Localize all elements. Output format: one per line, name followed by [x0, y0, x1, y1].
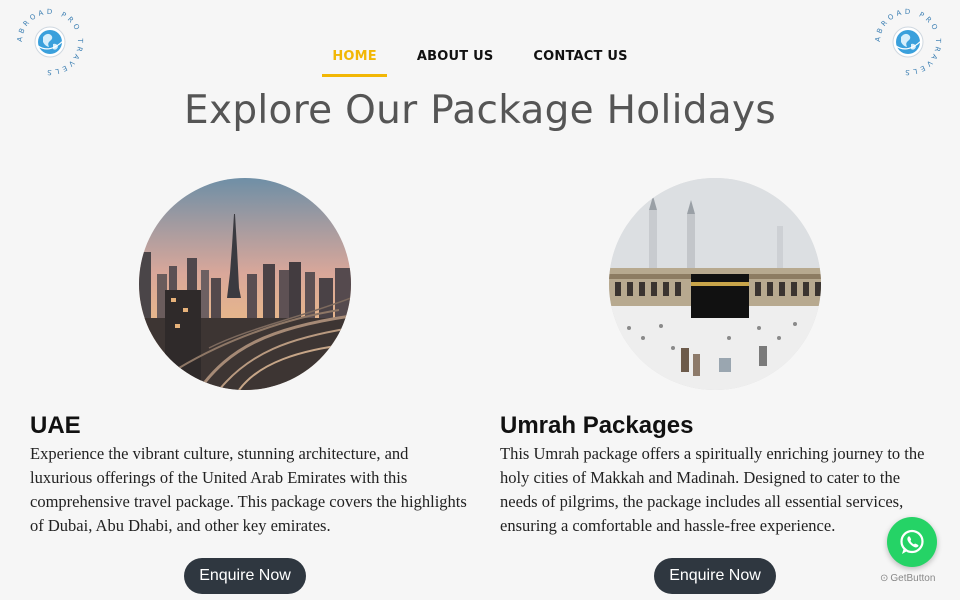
- package-description: Experience the vibrant culture, stunning…: [30, 444, 467, 535]
- package-title: UAE: [30, 412, 81, 439]
- kaaba-image: [609, 178, 821, 390]
- page-title: Explore Our Package Holidays: [184, 88, 776, 133]
- nav-item-contact-us[interactable]: CONTACT US: [523, 40, 637, 77]
- package-card-uae: UAE Experience the vibrant culture, stun…: [30, 178, 470, 594]
- getbutton-label: GetButton: [890, 573, 936, 584]
- package-card-umrah: Umrah Packages This Umrah package offers…: [500, 178, 940, 594]
- enquire-now-button[interactable]: Enquire Now: [184, 558, 306, 594]
- enquire-now-button[interactable]: Enquire Now: [654, 558, 776, 594]
- package-description: This Umrah package offers a spiritually …: [500, 444, 925, 535]
- getbutton-icon: ⊙: [880, 573, 889, 584]
- nav-item-home[interactable]: HOME: [322, 40, 387, 77]
- main-nav: HOME ABOUT US CONTACT US: [0, 40, 960, 77]
- whatsapp-button[interactable]: [887, 517, 937, 567]
- nav-item-about-us[interactable]: ABOUT US: [407, 40, 504, 77]
- dubai-skyline-image: [139, 178, 351, 390]
- package-title: Umrah Packages: [500, 412, 694, 439]
- getbutton-link[interactable]: ⊙ GetButton: [880, 573, 935, 584]
- whatsapp-icon: [900, 529, 924, 554]
